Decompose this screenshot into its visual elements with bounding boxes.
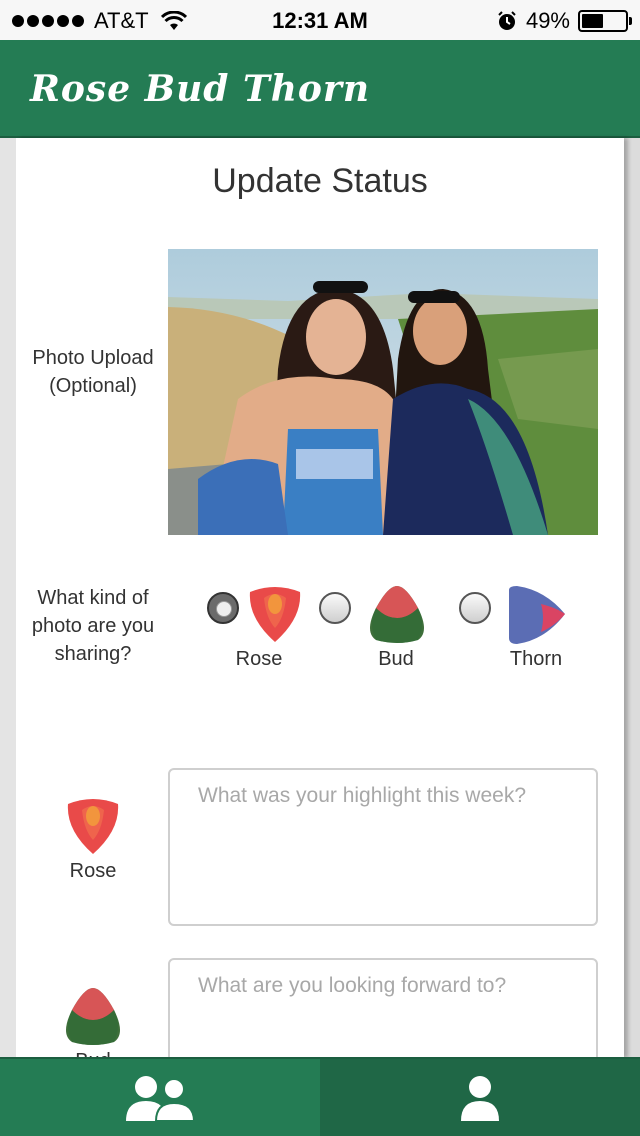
app-header: Rose Bud Thorn <box>0 40 640 138</box>
tab-profile[interactable] <box>320 1057 640 1136</box>
radio-thorn[interactable] <box>459 592 491 624</box>
status-bar: AT&T 12:31 AM 49% <box>0 0 640 40</box>
tab-friends[interactable] <box>0 1057 320 1136</box>
option-label-thorn: Thorn <box>509 648 563 670</box>
scroll-shade <box>624 138 640 1058</box>
battery-icon <box>578 10 632 32</box>
profile-icon <box>461 1075 499 1121</box>
rose-highlight-input[interactable] <box>168 768 598 926</box>
radio-bud[interactable] <box>319 592 351 624</box>
bud-icon <box>66 988 120 1045</box>
signal-strength-icon <box>12 15 84 27</box>
rose-entry-label: Rose <box>69 860 117 882</box>
photo-type-question: What kind of photo are you sharing? <box>31 587 155 665</box>
page-title: Update Status <box>212 162 428 200</box>
photo-upload-preview[interactable] <box>168 249 598 535</box>
app-title: Rose Bud Thorn <box>30 68 371 110</box>
bottom-tab-bar <box>0 1057 640 1136</box>
rose-icon <box>67 799 119 854</box>
group-icon <box>126 1075 196 1121</box>
photo-upload-label: Photo Upload (Optional) <box>32 347 154 397</box>
option-label-rose: Rose <box>235 648 283 670</box>
uploaded-photo <box>168 249 598 535</box>
rose-icon <box>249 587 301 642</box>
battery-percent: 49% <box>525 8 570 33</box>
carrier-name: AT&T <box>94 8 149 33</box>
option-label-bud: Bud <box>378 648 414 670</box>
wifi-icon <box>160 11 187 30</box>
battery-fill <box>582 14 603 28</box>
radio-rose[interactable] <box>207 592 239 624</box>
status-right: 49% <box>496 8 632 34</box>
status-left: AT&T <box>12 8 187 34</box>
alarm-icon <box>498 11 516 30</box>
bud-icon <box>370 586 424 643</box>
thorn-icon <box>509 586 565 644</box>
